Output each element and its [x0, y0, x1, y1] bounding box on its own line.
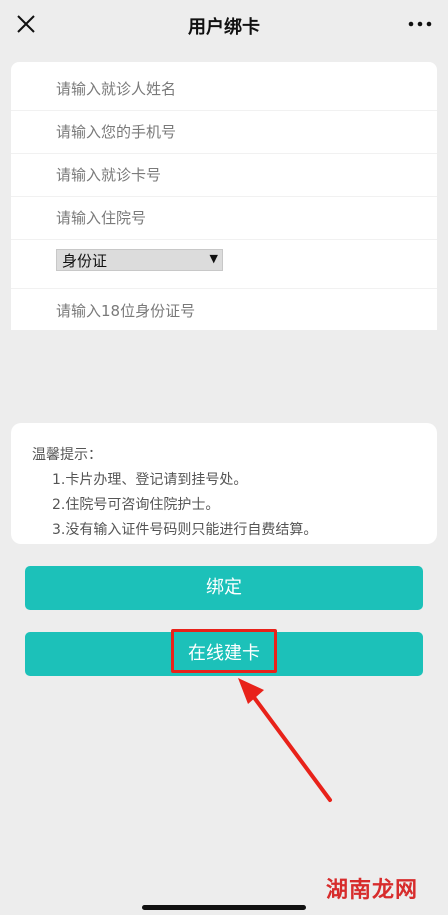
- bind-button[interactable]: 绑定: [25, 566, 423, 610]
- card-number-input[interactable]: 请输入就诊卡号: [56, 164, 161, 185]
- dropdown-arrow-icon: ▼: [209, 252, 218, 265]
- name-field[interactable]: 请输入就诊人姓名: [11, 68, 437, 111]
- home-indicator: [142, 905, 306, 910]
- more-icon[interactable]: [406, 14, 434, 34]
- top-bar: 用户绑卡: [0, 0, 448, 50]
- tip-item: 1.卡片办理、登记请到挂号处。: [52, 472, 248, 488]
- id-type-select[interactable]: 身份证 ▼: [56, 249, 223, 271]
- name-input[interactable]: 请输入就诊人姓名: [56, 78, 176, 99]
- id-number-input[interactable]: 请输入18位身份证号: [56, 300, 195, 321]
- id-number-field[interactable]: 请输入18位身份证号: [11, 290, 437, 332]
- tips-title: 温馨提示：: [32, 447, 102, 463]
- tip-item: 3.没有输入证件号码则只能进行自费结算。: [52, 522, 318, 538]
- hospital-number-input[interactable]: 请输入住院号: [56, 207, 146, 228]
- tips-box: 温馨提示： 1.卡片办理、登记请到挂号处。 2.住院号可咨询住院护士。 3.没有…: [11, 423, 437, 544]
- annotation-arrow-icon: [238, 678, 332, 802]
- hospital-number-field[interactable]: 请输入住院号: [11, 197, 437, 240]
- phone-input[interactable]: 请输入您的手机号: [56, 121, 176, 142]
- watermark-logo: 湖南龙网: [325, 878, 418, 903]
- page-title: 用户绑卡: [188, 17, 260, 38]
- tip-item: 2.住院号可咨询住院护士。: [52, 497, 220, 513]
- card-number-field[interactable]: 请输入就诊卡号: [11, 154, 437, 197]
- bind-card-form: 请输入就诊人姓名 请输入您的手机号 请输入就诊卡号 请输入住院号 身份证 ▼ 请…: [11, 62, 437, 330]
- phone-field[interactable]: 请输入您的手机号: [11, 111, 437, 154]
- highlight-box: [171, 629, 277, 673]
- id-type-value: 身份证: [62, 252, 108, 270]
